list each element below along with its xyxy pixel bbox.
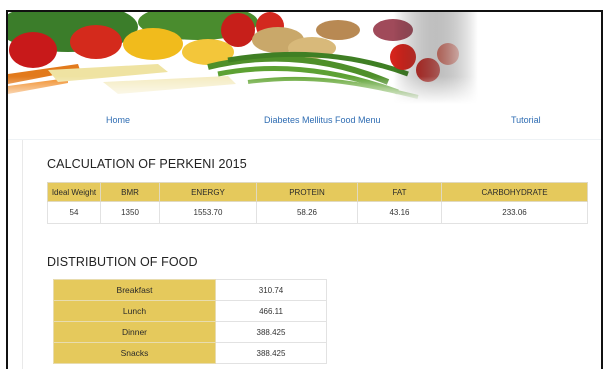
header-ideal-weight: Ideal Weight bbox=[47, 182, 101, 202]
calculation-value-row: 54 1350 1553.70 58.26 43.16 233.06 bbox=[47, 201, 588, 224]
page-frame: Home Diabetes Mellitus Food Menu Tutoria… bbox=[6, 10, 603, 369]
header-energy: ENERGY bbox=[159, 182, 257, 202]
table-row: Breakfast 310.74 bbox=[53, 279, 327, 301]
content-area: CALCULATION OF PERKENI 2015 Ideal Weight… bbox=[22, 140, 601, 369]
value-fat: 43.16 bbox=[357, 201, 442, 224]
header-protein: PROTEIN bbox=[256, 182, 358, 202]
table-row: Dinner 388.425 bbox=[53, 321, 327, 343]
meal-value-snacks: 388.425 bbox=[215, 342, 327, 364]
main-navigation: Home Diabetes Mellitus Food Menu Tutoria… bbox=[8, 104, 601, 140]
table-row: Snacks 388.425 bbox=[53, 342, 327, 364]
header-carbohydrate: CARBOHYDRATE bbox=[441, 182, 588, 202]
distribution-table: Breakfast 310.74 Lunch 466.11 Dinner 388… bbox=[53, 279, 327, 364]
calculation-title: CALCULATION OF PERKENI 2015 bbox=[47, 157, 247, 171]
value-protein: 58.26 bbox=[256, 201, 358, 224]
calculation-header-row: Ideal Weight BMR ENERGY PROTEIN FAT CARB… bbox=[47, 182, 588, 202]
value-ideal-weight: 54 bbox=[47, 201, 101, 224]
value-energy: 1553.70 bbox=[159, 201, 257, 224]
meal-label-snacks: Snacks bbox=[53, 342, 216, 364]
value-bmr: 1350 bbox=[100, 201, 160, 224]
value-carbohydrate: 233.06 bbox=[441, 201, 588, 224]
meal-label-lunch: Lunch bbox=[53, 300, 216, 322]
meal-value-dinner: 388.425 bbox=[215, 321, 327, 343]
distribution-title: DISTRIBUTION OF FOOD bbox=[47, 255, 198, 269]
nav-link-food-menu[interactable]: Diabetes Mellitus Food Menu bbox=[264, 115, 381, 125]
meal-label-breakfast: Breakfast bbox=[53, 279, 216, 301]
header-bmr: BMR bbox=[100, 182, 160, 202]
header-fat: FAT bbox=[357, 182, 442, 202]
table-row: Lunch 466.11 bbox=[53, 300, 327, 322]
meal-value-breakfast: 310.74 bbox=[215, 279, 327, 301]
meal-value-lunch: 466.11 bbox=[215, 300, 327, 322]
calculation-table: Ideal Weight BMR ENERGY PROTEIN FAT CARB… bbox=[47, 182, 588, 224]
nav-link-tutorial[interactable]: Tutorial bbox=[511, 115, 541, 125]
nav-link-home[interactable]: Home bbox=[106, 115, 130, 125]
meal-label-dinner: Dinner bbox=[53, 321, 216, 343]
vegetables-banner-image bbox=[8, 12, 478, 104]
